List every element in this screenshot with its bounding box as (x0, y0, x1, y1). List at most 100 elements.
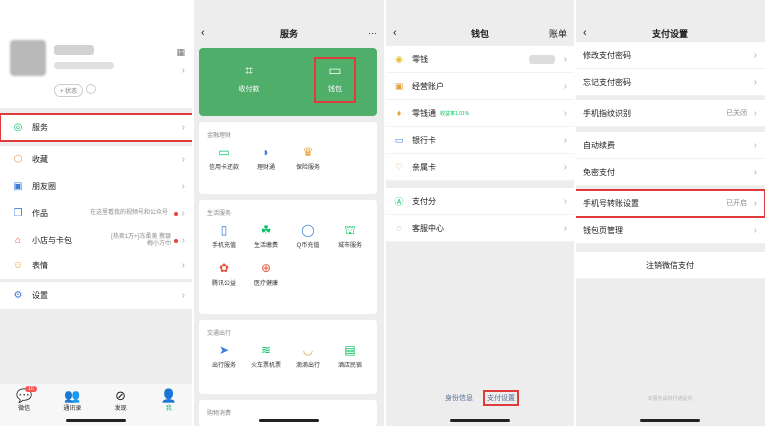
fingerprint-group: 手机指纹识别 已关闭 › (575, 100, 765, 127)
qrcode-icon[interactable]: ▦ (176, 47, 185, 58)
list-item-password-free[interactable]: 免密支付 › (575, 159, 765, 186)
pay-settings-page: ‹ 支付设置 修改支付密码 › 忘记支付密码 › 手机指纹识别 已关闭 › 自动… (575, 0, 765, 426)
grid-item-city-services[interactable]: ⛫ 城市服务 (329, 223, 371, 261)
phone-transfer-status: 已开启 (726, 200, 747, 207)
person-icon: 👤 (160, 388, 177, 403)
menu-label: 收藏 (32, 155, 48, 164)
grid-item-mobile-topup[interactable]: ▯ 手机充值 (203, 223, 245, 261)
list-item-lingqiantong[interactable]: ♦ 零钱通 收益率1.01% › (385, 100, 575, 127)
menu-group-main: ⬡ 收藏 › ▣ 朋友圈 › ❐ 作品 在这里看我的视频号和公众号 › ⌂ 小店… (0, 146, 193, 254)
list-item-credit-score[interactable]: Ⓐ 支付分 › (385, 188, 575, 215)
cancel-group: 注销微信支付 (575, 252, 765, 279)
list-item-phone-transfer[interactable]: 手机号转账设置 已开启 › (575, 189, 765, 218)
credit-score-icon: Ⓐ (394, 196, 404, 207)
cancel-wechat-pay-button[interactable]: 注销微信支付 (575, 252, 765, 279)
menu-item-favorites[interactable]: ⬡ 收藏 › (0, 146, 193, 173)
avatar[interactable] (10, 40, 46, 76)
tab-me[interactable]: 👤 我 (154, 388, 184, 426)
list-item-change-password[interactable]: 修改支付密码 › (575, 42, 765, 69)
licaitong-icon: ◗ (262, 145, 270, 159)
menu-item-stickers[interactable]: ☺ 表情 › (0, 252, 193, 279)
grid-item-licaitong[interactable]: ◗ 理财通 (245, 145, 287, 183)
list-item-auto-renew[interactable]: 自动续费 › (575, 132, 765, 159)
more-icon[interactable]: ··· (368, 28, 377, 38)
pay-receive-button[interactable]: ⌗ 收付款 (219, 62, 279, 94)
navbar: ‹ 服务 ··· (193, 20, 385, 46)
city-icon: ⛫ (344, 223, 356, 237)
coin-icon: ◉ (395, 53, 403, 64)
profile-id-blurred (54, 62, 114, 69)
back-icon[interactable]: ‹ (393, 27, 397, 39)
menu-label: 作品 (32, 209, 48, 218)
list-item-fingerprint[interactable]: 手机指纹识别 已关闭 › (575, 100, 765, 127)
panel-divider (574, 0, 576, 426)
menu-item-services[interactable]: ◎ 服务 › (0, 113, 193, 142)
chevron-right-icon: › (563, 53, 567, 65)
wallet-page: ‹ 钱包 账单 ◉ 零钱 › ▣ 经营账户 › ♦ 零钱通 收益率1.01% ›… (385, 0, 575, 426)
grid-item-insurance[interactable]: ♛ 保险服务 (287, 145, 329, 183)
list-item-wallet-page-manage[interactable]: 钱包页管理 › (575, 217, 765, 244)
menu-item-shop[interactable]: ⌂ 小店与卡包 [热卖1万+]冻柔美 携银梅小方巾 › (0, 227, 193, 254)
menu-item-settings[interactable]: ⚙ 设置 › (0, 282, 193, 309)
fingerprint-status: 已关闭 (726, 110, 747, 117)
renewal-group: 自动续费 › 免密支付 › (575, 132, 765, 186)
charity-icon: ✿ (218, 261, 230, 275)
grid-item-charity[interactable]: ✿ 腾讯公益 (203, 261, 245, 299)
home-indicator (259, 419, 319, 422)
menu-item-works[interactable]: ❐ 作品 在这里看我的视频号和公众号 › (0, 200, 193, 227)
grid-item-health[interactable]: ⊕ 医疗健康 (245, 261, 287, 299)
train-icon: ≋ (260, 343, 272, 357)
notification-dot (174, 211, 178, 216)
grid-item-hotel[interactable]: ▤ 酒店民宿 (329, 343, 371, 381)
back-icon[interactable]: ‹ (201, 27, 205, 39)
profile-header[interactable]: ▦ › + 状态 (0, 0, 193, 108)
status-circle-icon[interactable] (86, 84, 96, 94)
navigation-icon: ➤ (218, 343, 230, 357)
favorites-icon: ⬡ (13, 154, 23, 165)
section-title: 金融理财 (207, 133, 232, 139)
status-button[interactable]: + 状态 (54, 84, 84, 97)
list-item-business-account[interactable]: ▣ 经营账户 › (385, 73, 575, 100)
phone-icon: ▯ (220, 223, 228, 237)
bank-card-icon: ▭ (394, 134, 404, 145)
grid-item-qcoin[interactable]: ◯ Q币充值 (287, 223, 329, 261)
me-page: ▦ › + 状态 ◎ 服务 › ⬡ 收藏 › ▣ 朋友圈 › ❐ 作品 在这里看… (0, 0, 193, 426)
grid-item-credit-card[interactable]: ▭ 信用卡还款 (203, 145, 245, 183)
list-item-change[interactable]: ◉ 零钱 › (385, 46, 575, 73)
identity-info-link[interactable]: 身份信息 (442, 391, 476, 405)
tab-label: 微信 (18, 406, 31, 412)
chevron-right-icon: › (181, 122, 185, 133)
grid-item-train-flight[interactable]: ≋ 火车票机票 (245, 343, 287, 381)
chevron-right-icon: › (563, 134, 567, 146)
list-item-family-card[interactable]: ♡ 亲属卡 › (385, 154, 575, 181)
wallet-button[interactable]: ▭ 钱包 (314, 57, 356, 103)
list-item-customer-service[interactable]: ◌ 客服中心 › (385, 215, 575, 242)
family-card-icon: ♡ (394, 161, 404, 172)
balance-blurred (529, 54, 555, 64)
list-item-bank-card[interactable]: ▭ 银行卡 › (385, 127, 575, 154)
section-title: 交通出行 (207, 331, 232, 337)
menu-label: 表情 (32, 261, 48, 270)
home-indicator (66, 419, 126, 422)
grid-item-didi[interactable]: ◡ 滴滴出行 (287, 343, 329, 381)
utilities-icon: ☘ (260, 223, 272, 237)
grid-item-utilities[interactable]: ☘ 生活缴费 (245, 223, 287, 261)
tab-chats[interactable]: 💬 10 微信 (9, 386, 39, 426)
menu-item-moments[interactable]: ▣ 朋友圈 › (0, 173, 193, 200)
pay-settings-link[interactable]: 支付设置 (483, 390, 519, 406)
panel-divider (384, 0, 386, 426)
wallet-list-2: Ⓐ 支付分 › ◌ 客服中心 › (385, 188, 575, 242)
settings-icon: ⚙ (13, 290, 23, 301)
works-subtitle: 在这里看我的视频号和公众号 (89, 210, 168, 216)
section-title: 生活服务 (207, 211, 232, 217)
page-title: 支付设置 (651, 28, 688, 39)
chevron-right-icon: › (753, 76, 757, 88)
business-icon: ▣ (394, 80, 404, 91)
section-travel: 交通出行 ➤ 出行服务 ≋ 火车票机票 ◡ 滴滴出行 ▤ 酒店民宿 (199, 320, 377, 394)
bills-link[interactable]: 账单 (549, 27, 567, 40)
chevron-right-icon: › (563, 107, 567, 119)
tab-label: 我 (165, 406, 172, 412)
back-icon[interactable]: ‹ (583, 27, 587, 39)
grid-item-travel[interactable]: ➤ 出行服务 (203, 343, 245, 381)
list-item-forgot-password[interactable]: 忘记支付密码 › (575, 69, 765, 96)
